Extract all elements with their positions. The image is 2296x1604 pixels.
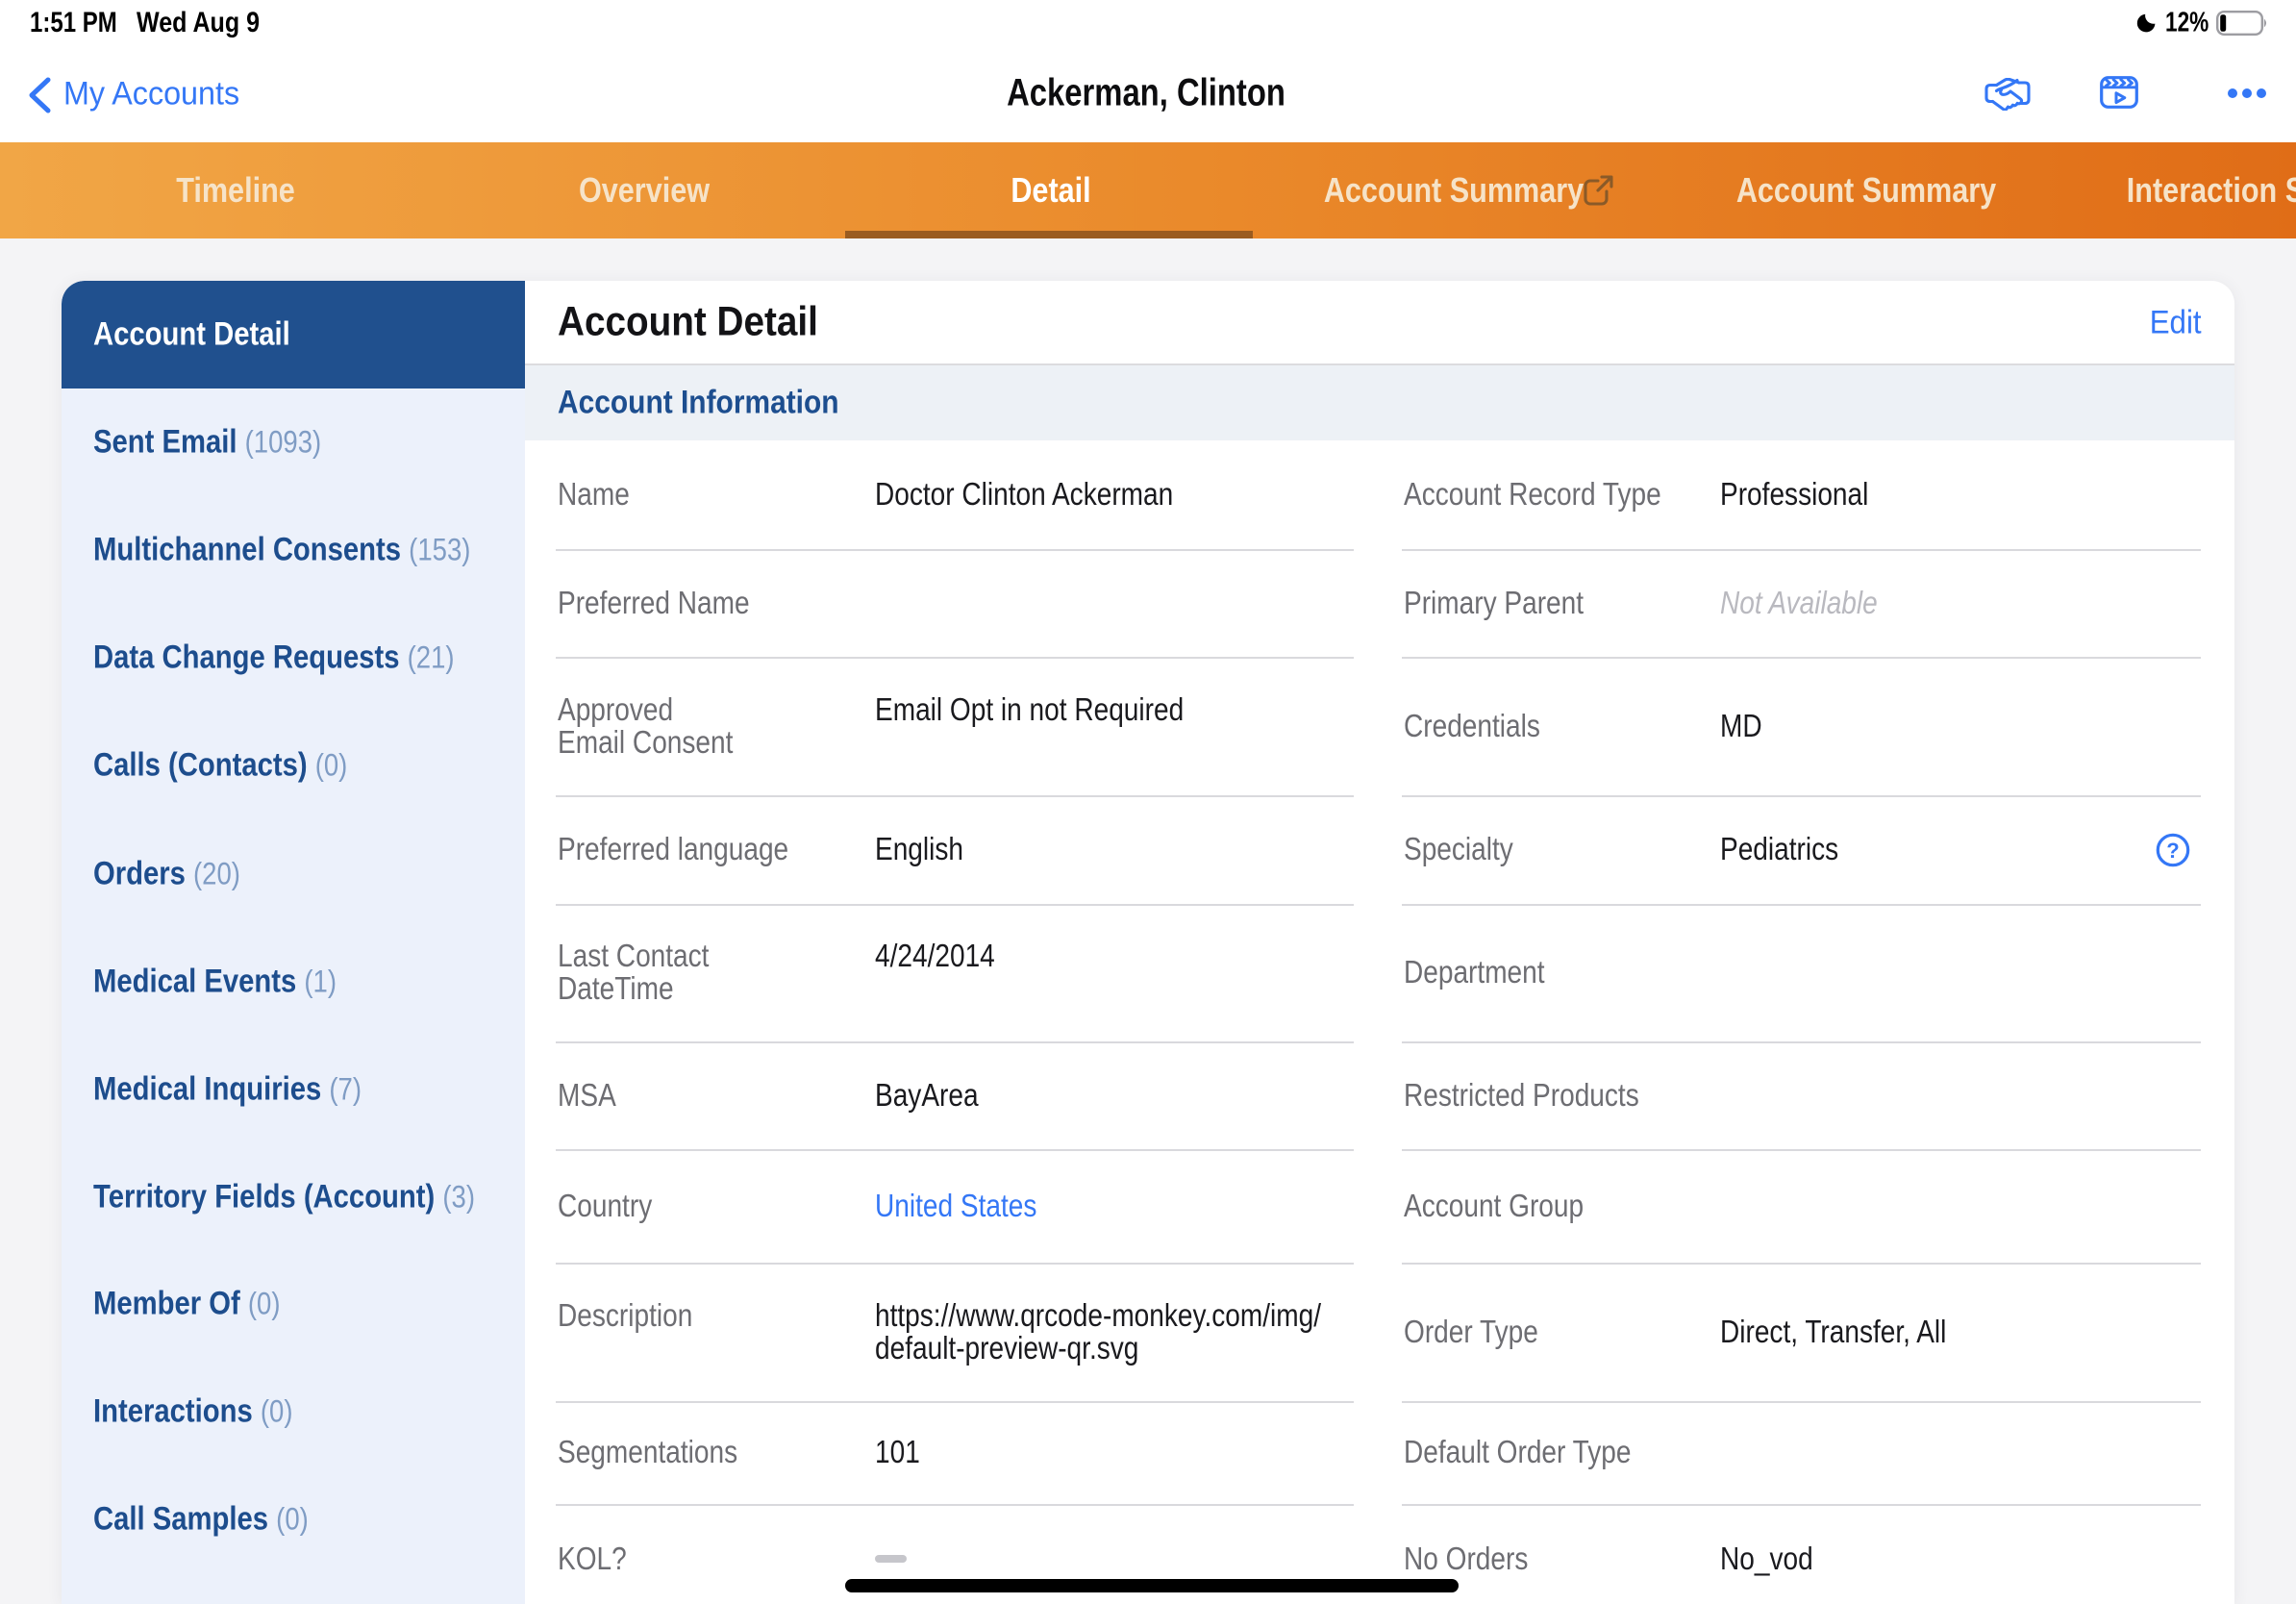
svg-text:?: ? bbox=[2166, 839, 2179, 863]
